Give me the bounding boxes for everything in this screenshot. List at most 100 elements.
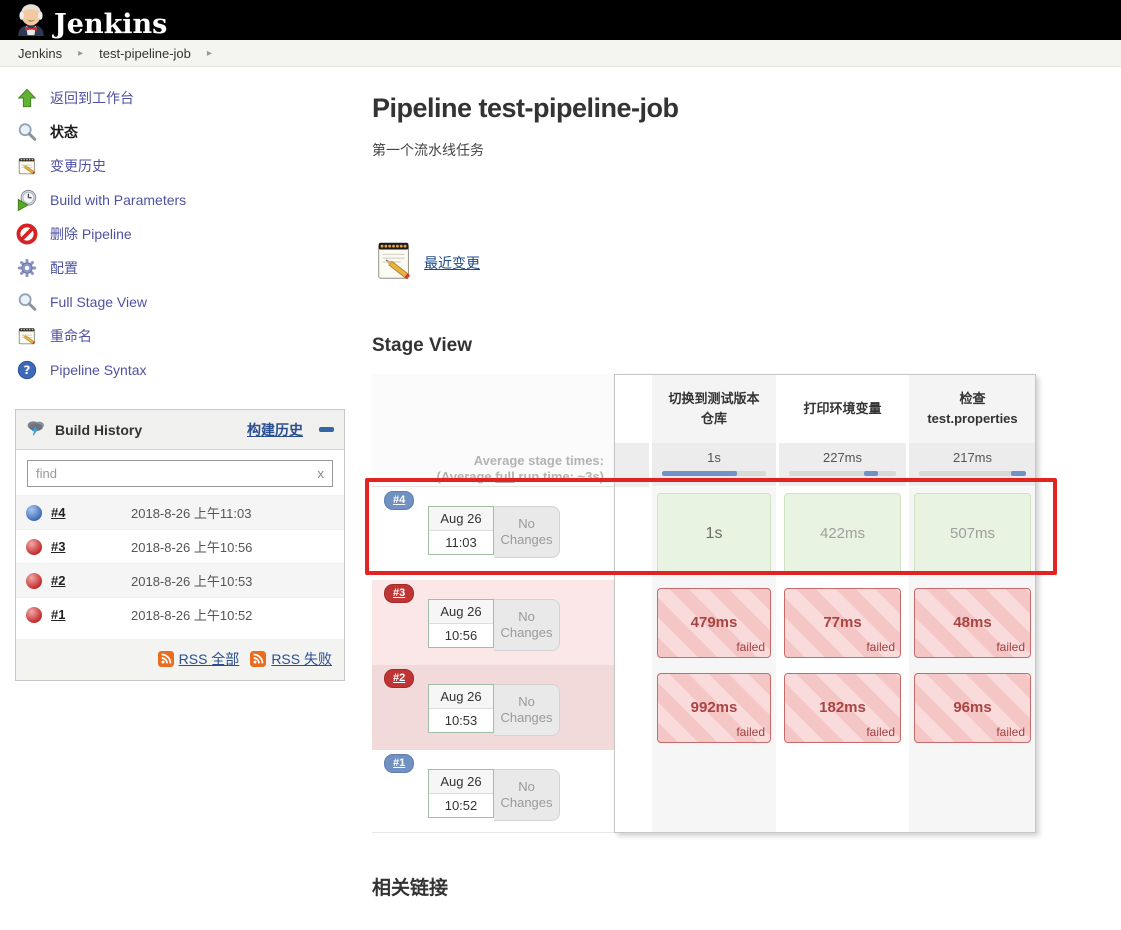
stage-cell-slot bbox=[649, 750, 776, 833]
stage-cell-time: 422ms bbox=[820, 525, 865, 542]
breadcrumb-chevron-icon: ▸ bbox=[78, 48, 83, 59]
sidebar-item-label: 删除 Pipeline bbox=[50, 224, 132, 244]
sidebar-item-pipeline-syntax[interactable]: ?Pipeline Syntax bbox=[15, 353, 356, 387]
top-bar: Jenkins bbox=[0, 0, 1121, 40]
stage-cell[interactable]: 48msfailed bbox=[914, 588, 1031, 658]
stage-time-bar-fill bbox=[1011, 471, 1026, 476]
main-content: Pipeline test-pipeline-job 第一个流水线任务 bbox=[356, 67, 1121, 930]
stage-cell-time: 96ms bbox=[953, 699, 991, 716]
breadcrumb-chevron-icon: ▸ bbox=[207, 48, 212, 59]
stage-cell-slot: 992msfailed bbox=[649, 665, 776, 750]
build-history-search: x bbox=[16, 450, 344, 495]
build-status-ball-blue bbox=[26, 505, 42, 521]
full-run-link[interactable]: full bbox=[495, 469, 515, 484]
sidebar-item-rename[interactable]: 重命名 bbox=[15, 319, 356, 353]
stage-cell[interactable]: 507ms bbox=[914, 493, 1031, 575]
stage-cell[interactable]: 96msfailed bbox=[914, 673, 1031, 743]
breadcrumb-item[interactable]: Jenkins bbox=[18, 46, 62, 61]
collapse-icon[interactable] bbox=[319, 427, 334, 432]
sidebar-item-changes[interactable]: 变更历史 bbox=[15, 149, 356, 183]
run-badge-link[interactable]: #2 bbox=[384, 669, 414, 688]
stage-view-corner bbox=[372, 374, 614, 443]
breadcrumb-item[interactable]: test-pipeline-job bbox=[99, 46, 191, 61]
jenkins-butler-icon bbox=[14, 1, 48, 40]
run-badge-link[interactable]: #1 bbox=[384, 754, 414, 773]
build-number-link[interactable]: #1 bbox=[51, 607, 89, 622]
stage-view-title: Stage View bbox=[372, 335, 1111, 357]
stage-cell-time: 182ms bbox=[819, 699, 866, 716]
run-changes-box: No Changes bbox=[494, 684, 560, 736]
sidebar-item-full-stage-view[interactable]: Full Stage View bbox=[15, 285, 356, 319]
sidebar-item-configure[interactable]: 配置 bbox=[15, 251, 356, 285]
stage-cell-slot: 77msfailed bbox=[776, 580, 906, 665]
build-filter-input[interactable] bbox=[27, 460, 333, 487]
rss-all-link[interactable]: RSS 全部 bbox=[179, 649, 240, 669]
stage-cell-slot bbox=[776, 750, 906, 833]
stage-view-widget: 切换到测试版本仓库打印环境变量检查 test.propertiesAverage… bbox=[372, 374, 1036, 833]
build-history-row[interactable]: #22018-8-26 上午10:53 bbox=[16, 563, 344, 597]
run-date-box[interactable]: Aug 2610:53 bbox=[428, 684, 494, 733]
rss-icon bbox=[158, 651, 174, 667]
stage-cell-slot: 182msfailed bbox=[776, 665, 906, 750]
recent-changes: 最近变更 bbox=[372, 238, 1111, 287]
run-time-text: 10:56 bbox=[429, 624, 493, 647]
run-date-box[interactable]: Aug 2611:03 bbox=[428, 506, 494, 555]
run-changes-box: No Changes bbox=[494, 599, 560, 651]
build-history-panel: Build History 构建历史 x #42018-8-26 上午11:03… bbox=[15, 409, 345, 681]
stage-cell-slot: 507ms bbox=[906, 487, 1036, 580]
run-date-text: Aug 26 bbox=[429, 685, 493, 709]
stage-header-1: 切换到测试版本仓库 bbox=[649, 374, 776, 443]
build-status-ball-red bbox=[26, 539, 42, 555]
stage-cell[interactable]: 1s bbox=[657, 493, 771, 575]
sidebar-item-delete-pipeline[interactable]: 删除 Pipeline bbox=[15, 217, 356, 251]
sidebar-item-back-to-dashboard[interactable]: 返回到工作台 bbox=[15, 81, 356, 115]
clear-filter-icon[interactable]: x bbox=[318, 466, 325, 481]
build-history-trend-link[interactable]: 构建历史 bbox=[247, 420, 303, 440]
build-number-link[interactable]: #3 bbox=[51, 539, 89, 554]
recent-changes-link[interactable]: 最近变更 bbox=[424, 253, 480, 273]
stage-cell-time: 1s bbox=[706, 525, 723, 543]
stage-view-grid: 切换到测试版本仓库打印环境变量检查 test.propertiesAverage… bbox=[372, 374, 1036, 833]
sidebar-item-label: Build with Parameters bbox=[50, 192, 186, 208]
run-info-row: #3 Aug 2610:56No Changes bbox=[372, 580, 614, 665]
stage-cell-time: 992ms bbox=[691, 699, 738, 716]
stage-cell[interactable]: 422ms bbox=[784, 493, 901, 575]
stage-cell[interactable]: 479msfailed bbox=[657, 588, 771, 658]
build-timestamp: 2018-8-26 上午10:52 bbox=[131, 605, 252, 624]
rss-icon bbox=[250, 651, 266, 667]
build-number-link[interactable]: #2 bbox=[51, 573, 89, 588]
run-date-box[interactable]: Aug 2610:56 bbox=[428, 599, 494, 648]
build-timestamp: 2018-8-26 上午10:56 bbox=[131, 537, 252, 556]
build-history-row[interactable]: #3 2018-8-26 上午10:56 bbox=[16, 529, 344, 563]
side-menu: 返回到工作台状态变更历史 Build with Parameters 删除 Pipe… bbox=[15, 81, 356, 387]
build-number-link[interactable]: #4 bbox=[51, 505, 89, 520]
run-changes-box: No Changes bbox=[494, 506, 560, 558]
stage-cell-slot: 48msfailed bbox=[906, 580, 1036, 665]
build-history-row[interactable]: #1 2018-8-26 上午10:52 bbox=[16, 597, 344, 631]
average-stage-times-label: Average stage times:(Average full run ti… bbox=[372, 443, 614, 487]
rss-failures-link[interactable]: RSS 失败 bbox=[271, 649, 332, 669]
run-changes-box: No Changes bbox=[494, 769, 560, 821]
sidebar-item-build-with-parameters[interactable]: Build with Parameters bbox=[15, 183, 356, 217]
jenkins-home-link[interactable]: Jenkins bbox=[14, 1, 167, 40]
average-run-time-note: (Average full run time: ~3s) bbox=[437, 469, 605, 485]
stage-header-3: 检查 test.properties bbox=[906, 374, 1036, 443]
job-description: 第一个流水线任务 bbox=[372, 140, 1111, 160]
stage-cell[interactable]: 77msfailed bbox=[784, 588, 901, 658]
stage-cell[interactable]: 182msfailed bbox=[784, 673, 901, 743]
stage-cell-time: 507ms bbox=[950, 525, 995, 542]
sidebar-item-label: Full Stage View bbox=[50, 294, 147, 310]
stage-time-bar bbox=[662, 471, 766, 476]
build-history-row[interactable]: #4 2018-8-26 上午11:03 bbox=[16, 495, 344, 529]
stage-time-bar bbox=[919, 471, 1026, 476]
notepad-icon bbox=[15, 324, 39, 348]
sidebar-item-status[interactable]: 状态 bbox=[15, 115, 356, 149]
run-date-box[interactable]: Aug 2610:52 bbox=[428, 769, 494, 818]
stage-cell[interactable]: 992msfailed bbox=[657, 673, 771, 743]
run-badge-link[interactable]: #4 bbox=[384, 491, 414, 510]
run-badge-link[interactable]: #3 bbox=[384, 584, 414, 603]
stage-time-bar-fill bbox=[864, 471, 878, 476]
build-timestamp: 2018-8-26 上午11:03 bbox=[131, 503, 251, 522]
stage-cell-time: 48ms bbox=[953, 614, 991, 631]
stage-strip-column bbox=[614, 665, 649, 750]
